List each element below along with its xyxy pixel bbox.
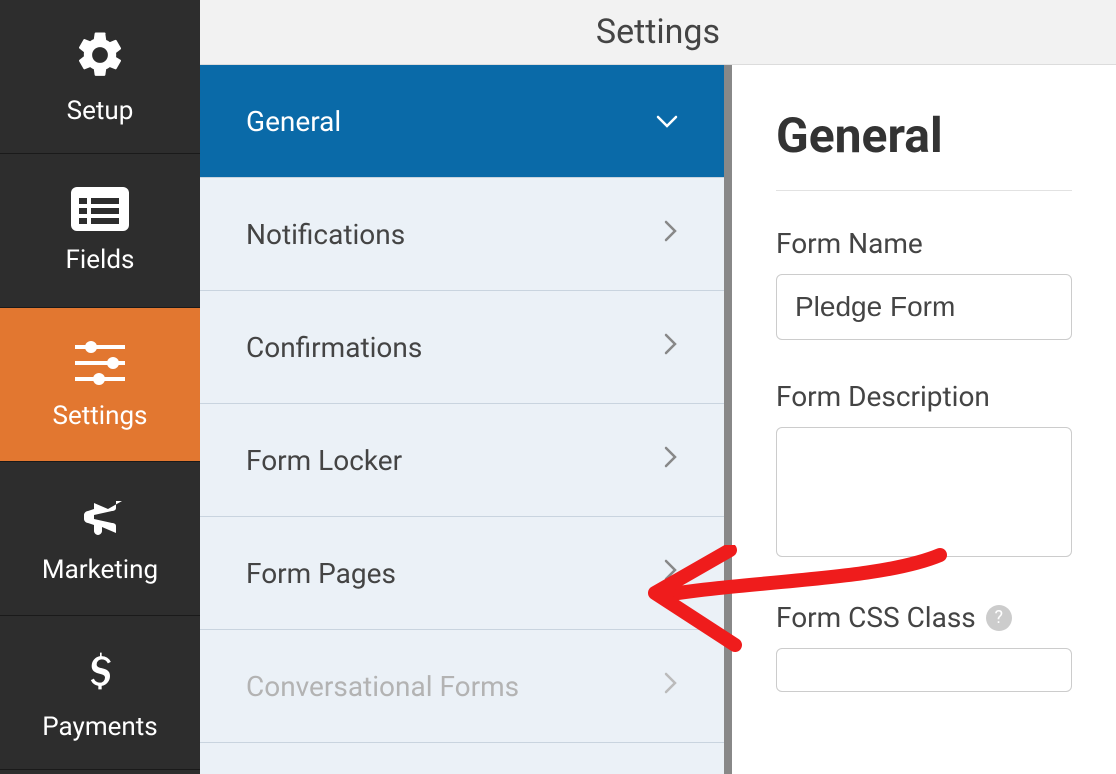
sidebar-item-label: Setup xyxy=(67,96,134,126)
form-css-input[interactable] xyxy=(776,648,1072,692)
sidebar-item-payments[interactable]: Payments xyxy=(0,616,200,770)
settings-nav-general[interactable]: General xyxy=(200,65,724,178)
panel-title: General xyxy=(776,107,1072,191)
settings-nav-form-pages[interactable]: Form Pages xyxy=(200,517,724,630)
settings-nav-label: Conversational Forms xyxy=(246,670,519,703)
dollar-icon xyxy=(80,644,120,698)
sidebar-item-label: Settings xyxy=(53,401,148,431)
settings-nav-label: General xyxy=(246,105,341,138)
form-name-label: Form Name xyxy=(776,227,1072,260)
help-icon[interactable]: ? xyxy=(986,605,1012,631)
content: General Notifications Confirmations Form… xyxy=(200,65,1116,774)
settings-nav-form-locker[interactable]: Form Locker xyxy=(200,404,724,517)
form-description-field: Form Description xyxy=(776,380,1072,561)
chevron-right-icon xyxy=(664,558,678,588)
settings-nav-label: Form Locker xyxy=(246,444,402,477)
settings-nav: General Notifications Confirmations Form… xyxy=(200,65,732,774)
form-description-input[interactable] xyxy=(776,427,1072,557)
chevron-down-icon xyxy=(656,106,678,136)
chevron-right-icon xyxy=(664,332,678,362)
chevron-right-icon xyxy=(664,671,678,701)
form-css-label-text: Form CSS Class xyxy=(776,601,976,634)
form-name-field: Form Name xyxy=(776,227,1072,340)
sidebar-item-label: Payments xyxy=(42,712,157,742)
sidebar-item-fields[interactable]: Fields xyxy=(0,154,200,308)
chevron-right-icon xyxy=(664,219,678,249)
gear-icon xyxy=(73,28,127,82)
form-css-label: Form CSS Class ? xyxy=(776,601,1072,634)
form-description-label: Form Description xyxy=(776,380,1072,413)
settings-nav-notifications[interactable]: Notifications xyxy=(200,178,724,291)
settings-nav-label: Confirmations xyxy=(246,331,422,364)
settings-nav-confirmations[interactable]: Confirmations xyxy=(200,291,724,404)
sidebar-item-setup[interactable]: Setup xyxy=(0,0,200,154)
sidebar-item-settings[interactable]: Settings xyxy=(0,308,200,462)
form-css-field: Form CSS Class ? xyxy=(776,601,1072,692)
settings-nav-conversational-forms[interactable]: Conversational Forms xyxy=(200,630,724,743)
sidebar-item-label: Fields xyxy=(66,245,135,275)
list-icon xyxy=(71,187,129,231)
sidebar: Setup Fields Settings Marketing Payments xyxy=(0,0,200,774)
form-name-input[interactable] xyxy=(776,274,1072,340)
sidebar-item-label: Marketing xyxy=(42,555,158,585)
sliders-icon xyxy=(71,339,129,387)
right-area: Settings General Notifications Confirmat… xyxy=(200,0,1116,774)
chevron-right-icon xyxy=(664,445,678,475)
sidebar-item-marketing[interactable]: Marketing xyxy=(0,462,200,616)
topbar-title: Settings xyxy=(596,12,720,52)
settings-nav-label: Form Pages xyxy=(246,557,396,590)
topbar: Settings xyxy=(200,0,1116,65)
main-panel: General Form Name Form Description Form … xyxy=(732,65,1116,774)
bullhorn-icon xyxy=(73,493,127,541)
settings-nav-label: Notifications xyxy=(246,218,405,251)
